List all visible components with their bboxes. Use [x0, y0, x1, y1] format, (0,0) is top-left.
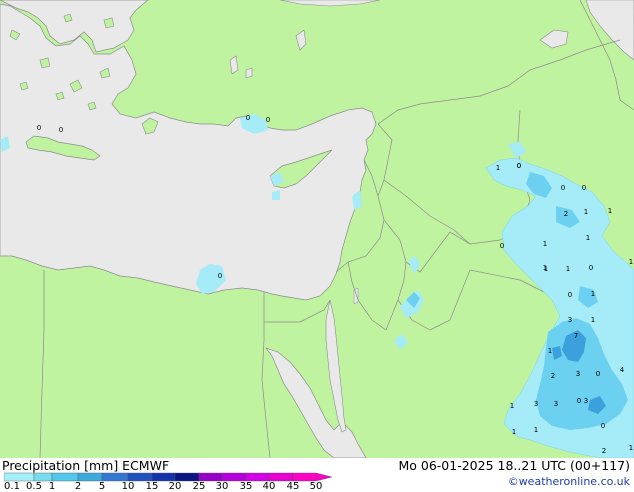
precip-value-label: 1 — [591, 316, 595, 324]
precip-value-label: 1 — [534, 426, 538, 434]
precip-value-label: 1 — [608, 207, 612, 215]
map-title: Precipitation [mm] ECMWF — [2, 458, 170, 473]
scale-segment — [151, 472, 176, 482]
precip-value-label: 0 — [596, 370, 600, 378]
precip-value-label: 1 — [543, 264, 547, 272]
scale-segment — [4, 472, 35, 482]
scale-label: 50 — [309, 481, 323, 492]
precip-value-label: 0 — [37, 124, 41, 132]
precip-value-label: 7 — [574, 332, 578, 340]
scale-label: 15 — [145, 481, 159, 492]
scale-label: 40 — [262, 481, 276, 492]
scale-label: 0.1 — [4, 481, 20, 492]
precip-value-label: 1 — [629, 444, 633, 452]
precip-value-label: 0 — [577, 397, 581, 405]
precip-value-label: 1 — [543, 240, 547, 248]
scale-segment — [198, 472, 223, 482]
scale-label: 10 — [121, 481, 135, 492]
precip-value-label: 1 — [591, 290, 595, 298]
precip-value-label: 4 — [620, 366, 625, 374]
precip-value-label: 3 — [568, 316, 572, 324]
scale-segment — [77, 472, 103, 482]
precip-value-label: 0 — [589, 264, 593, 272]
scale-label: 1 — [48, 481, 56, 492]
scale-label: 2 — [74, 481, 82, 492]
precip-value-label: 0 — [517, 162, 521, 170]
precip-value-label: 2 — [564, 210, 568, 218]
precip-value-label: 0 — [246, 114, 250, 122]
scale-segment — [221, 472, 247, 482]
precip-value-label: 3 — [554, 400, 558, 408]
scale-label: 20 — [168, 481, 182, 492]
precip-value-label: 0 — [59, 126, 63, 134]
precip-value-label: 0 — [218, 272, 222, 280]
scale-label: 45 — [286, 481, 300, 492]
precip-value-label: 0 — [601, 422, 605, 430]
precip-value-label: 1 — [584, 208, 588, 216]
precip-value-label: 2 — [551, 372, 555, 380]
precip-value-label: 0 — [561, 184, 565, 192]
scale-segment — [33, 472, 53, 482]
scale-segment — [268, 472, 294, 482]
scale-label: 35 — [239, 481, 253, 492]
precipitation-map: 0 00 01 00 002 1 10 111 1 01137113 02341 3 301 1 02 100… — [0, 0, 634, 458]
footer-bar: Precipitation [mm] ECMWF Mo 06-01-2025 1… — [0, 458, 634, 492]
scale-label: 5 — [98, 481, 106, 492]
scale-segment — [101, 472, 129, 482]
precip-value-label: 2 — [602, 447, 606, 455]
precip-value-label: 1 — [496, 164, 500, 172]
precip-value-label: 1 — [510, 402, 514, 410]
precip-value-label: 1 — [586, 234, 590, 242]
scale-segment — [245, 472, 270, 482]
scale-label: 25 — [192, 481, 206, 492]
precip-value-label: 3 — [576, 370, 580, 378]
forecast-datetime: Mo 06-01-2025 18..21 UTC (00+117) — [398, 458, 630, 473]
precip-value-label: 1 — [566, 265, 570, 273]
scale-segment — [174, 472, 200, 482]
credit-link[interactable]: ©weatheronline.co.uk — [508, 475, 630, 488]
scale-segment — [127, 472, 153, 482]
precip-value-label: 3 — [534, 400, 538, 408]
precip-value-label: 0 — [582, 184, 586, 192]
scale-overflow-arrow — [315, 472, 333, 482]
precip-value-label: 1 — [512, 428, 516, 436]
scale-label: 30 — [215, 481, 229, 492]
scale-label: 0.5 — [26, 481, 42, 492]
precip-value-label: 0 — [500, 242, 504, 250]
precip-value-label: 3 — [584, 397, 588, 405]
precip-value-label: 1 — [629, 258, 633, 266]
precip-value-label: 0 — [568, 291, 572, 299]
precip-value-label: 1 — [548, 347, 552, 355]
scale-segment — [292, 472, 317, 482]
scale-segment — [51, 472, 79, 482]
precip-value-label: 0 — [266, 116, 270, 124]
